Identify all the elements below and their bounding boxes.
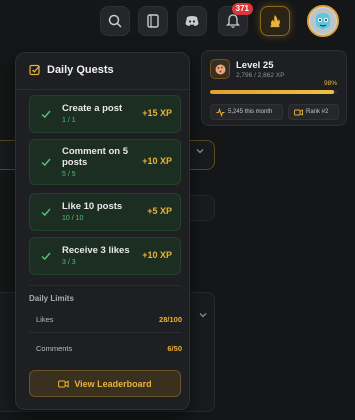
quest-item: Comment on 5 posts 5 / 5 +10 XP <box>29 139 181 185</box>
avatar-image <box>310 8 336 34</box>
level-title: Level 25 <box>236 60 274 71</box>
quest-item: Like 10 posts 10 / 10 +5 XP <box>29 193 181 231</box>
limit-value: 28/100 <box>159 315 182 324</box>
checklist-icon <box>29 64 40 76</box>
search-icon <box>108 14 122 28</box>
bell-icon <box>225 14 241 28</box>
quest-xp: +15 XP <box>142 108 172 118</box>
xp-button[interactable] <box>260 6 290 36</box>
leaderboard-icon <box>58 379 70 388</box>
check-icon <box>41 252 51 261</box>
limit-label: Likes <box>36 315 54 324</box>
divider <box>16 89 189 90</box>
level-card: Level 25 2,796 / 2,862 XP 98% 5,245 this… <box>201 50 347 126</box>
chevron-down-icon <box>196 149 204 154</box>
limit-label: Comments <box>36 344 73 353</box>
rank-chip[interactable]: Rank #2 <box>288 104 339 120</box>
quest-name: Create a post <box>62 103 123 114</box>
quests-title: Daily Quests <box>47 64 114 76</box>
divider <box>29 285 181 286</box>
limit-row-comments: Comments 6/50 <box>36 344 182 353</box>
monthly-xp-label: 5,245 this month <box>228 109 273 115</box>
notifications-button[interactable]: 371 <box>218 3 253 36</box>
quest-progress: 3 / 3 <box>62 259 76 266</box>
level-badge-icon <box>210 59 230 79</box>
activity-icon <box>216 107 225 117</box>
book-icon <box>147 14 159 28</box>
view-leaderboard-button[interactable]: View Leaderboard <box>29 370 181 397</box>
quest-xp: +10 XP <box>142 250 172 260</box>
check-icon <box>41 110 51 119</box>
search-button[interactable] <box>100 6 130 36</box>
quest-progress: 10 / 10 <box>62 215 84 222</box>
check-icon <box>41 158 51 167</box>
divider <box>29 332 181 333</box>
limit-value: 6/50 <box>167 344 182 353</box>
quest-progress: 1 / 1 <box>62 117 76 124</box>
quest-name: Receive 3 likes <box>62 245 130 256</box>
check-icon <box>41 208 51 217</box>
discord-button[interactable] <box>177 6 207 36</box>
quests-header: Daily Quests <box>29 64 114 76</box>
quest-item: Receive 3 likes 3 / 3 +10 XP <box>29 237 181 275</box>
avatar[interactable] <box>307 5 339 37</box>
level-progress-bar <box>210 90 337 94</box>
view-leaderboard-label: View Leaderboard <box>74 378 152 389</box>
docs-button[interactable] <box>138 6 168 36</box>
top-bar: 371 <box>0 0 355 42</box>
level-percent: 98% <box>323 80 337 87</box>
level-progress-fill <box>210 90 335 94</box>
quest-xp: +10 XP <box>142 156 172 166</box>
notification-badge: 371 <box>231 3 253 15</box>
quest-item: Create a post 1 / 1 +15 XP <box>29 95 181 133</box>
limit-row-likes: Likes 28/100 <box>36 315 182 324</box>
quest-progress: 5 / 5 <box>62 171 76 178</box>
chevron-down-icon <box>199 313 207 318</box>
daily-limits-title: Daily Limits <box>29 294 74 303</box>
quest-name: Comment on 5 posts <box>62 146 128 168</box>
rank-label: Rank #2 <box>306 109 329 115</box>
quest-name: Like 10 posts <box>62 201 123 212</box>
quest-xp: +5 XP <box>147 206 172 216</box>
flame-icon <box>270 15 280 28</box>
daily-quests-panel: Daily Quests Create a post 1 / 1 +15 XP … <box>15 52 190 410</box>
leaderboard-icon <box>294 108 303 116</box>
discord-icon <box>185 16 199 26</box>
level-xp: 2,796 / 2,862 XP <box>236 72 285 79</box>
monthly-xp-chip[interactable]: 5,245 this month <box>210 104 283 120</box>
